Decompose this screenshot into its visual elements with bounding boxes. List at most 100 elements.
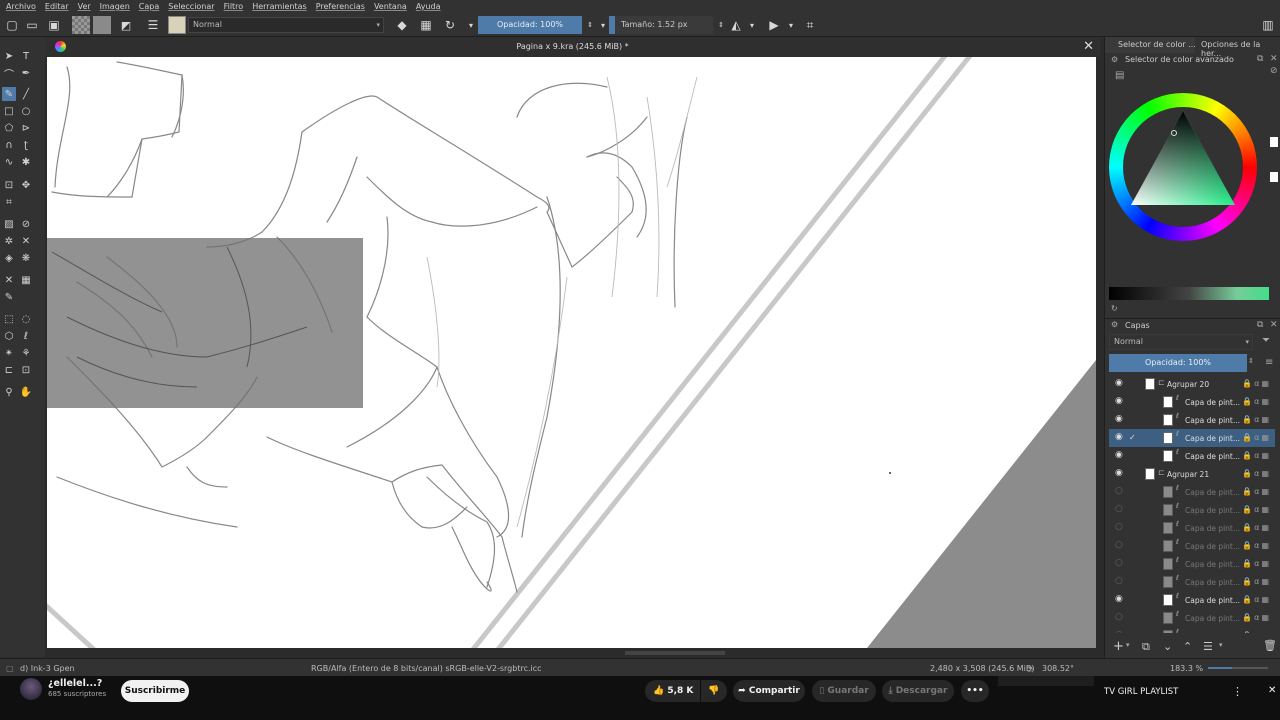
- pattern-swatch[interactable]: [93, 16, 111, 34]
- text-tool-icon[interactable]: T: [19, 49, 33, 63]
- close-icon[interactable]: ✕: [1270, 320, 1278, 330]
- menu-item-1[interactable]: Editar: [45, 2, 69, 11]
- alpha-lock-icon[interactable]: ▦: [418, 17, 434, 33]
- menu-item-2[interactable]: Ver: [78, 2, 91, 11]
- subscribe-button[interactable]: Suscribirme: [121, 680, 189, 702]
- zoom-slider[interactable]: [1208, 667, 1268, 669]
- size-stepper-icon[interactable]: ⇕: [713, 17, 729, 33]
- layer-lock-alpha-icons[interactable]: 🔒α▦: [1242, 559, 1271, 568]
- menu-item-10[interactable]: Ayuda: [416, 2, 441, 11]
- brush-settings-icon[interactable]: ☰: [145, 17, 161, 33]
- magnetic-select-tool-icon[interactable]: ⊡: [19, 363, 33, 377]
- layer-lock-alpha-icons[interactable]: 🔒α▦: [1242, 595, 1271, 604]
- layer-row[interactable]: ○ ℓ Capa de pint...🔒α▦: [1109, 483, 1275, 501]
- smart-patch-tool-icon[interactable]: ✲: [2, 234, 16, 248]
- layer-row[interactable]: ◉ ℓ Capa de pint... 🔒α▦: [1109, 447, 1275, 465]
- dislike-button[interactable]: 👎: [701, 680, 727, 702]
- saturation-triangle[interactable]: [1109, 93, 1257, 241]
- color-settings-icon[interactable]: ▤: [1115, 70, 1124, 81]
- rotation-value[interactable]: 308.52°: [1042, 664, 1074, 673]
- gradient-tool-icon[interactable]: ▨: [2, 217, 16, 231]
- playlist-menu-icon[interactable]: ⋮: [1232, 685, 1243, 698]
- eye-hidden-icon[interactable]: ○: [1115, 630, 1123, 633]
- polygon-tool-icon[interactable]: ⬠: [2, 121, 16, 135]
- download-button[interactable]: ⤓ Descargar: [882, 680, 954, 702]
- eye-hidden-icon[interactable]: ○: [1115, 522, 1123, 532]
- eye-hidden-icon[interactable]: ○: [1115, 612, 1123, 622]
- layer-lock-alpha-icons[interactable]: 🔒α▦: [1242, 415, 1271, 424]
- menu-item-9[interactable]: Ventana: [374, 2, 407, 11]
- menu-item-0[interactable]: Archivo: [6, 2, 36, 11]
- float-icon[interactable]: ⧉: [1257, 320, 1263, 330]
- menu-item-3[interactable]: Imagen: [100, 2, 130, 11]
- layer-blend-select[interactable]: Normal ▾: [1109, 334, 1253, 350]
- layer-row[interactable]: ○ ℓ Capa de pint...🔒α▦: [1109, 627, 1275, 633]
- menu-item-4[interactable]: Capa: [139, 2, 159, 11]
- opacity-stepper-icon[interactable]: ⇕: [1248, 357, 1254, 365]
- layer-row[interactable]: ◉ ℓ Capa de pint... 🔒α▦: [1109, 393, 1275, 411]
- eye-icon[interactable]: ◉: [1115, 432, 1123, 442]
- new-document-icon[interactable]: ▢: [4, 17, 20, 33]
- gradient-swatch[interactable]: [72, 16, 90, 34]
- size-slider[interactable]: Tamaño: 1.52 px: [609, 16, 713, 34]
- bg-color-chip[interactable]: [1270, 172, 1278, 182]
- freehand-brush-tool-icon[interactable]: ✎: [2, 87, 16, 101]
- layer-row[interactable]: ◉ ✓ ℓ Capa de pint... 🔒α▦: [1109, 429, 1275, 447]
- eye-hidden-icon[interactable]: ○: [1115, 558, 1123, 568]
- like-button[interactable]: 👍 5,8 K: [645, 680, 700, 702]
- polyline-tool-icon[interactable]: ⊳: [19, 121, 33, 135]
- chevron-down-icon[interactable]: ▾: [744, 17, 760, 33]
- select-shapes-tool-icon[interactable]: ➤: [2, 49, 16, 63]
- layer-lock-alpha-icons[interactable]: 🔒α▦: [1242, 541, 1271, 550]
- layer-lock-alpha-icons[interactable]: 🔒α▦: [1242, 577, 1271, 586]
- menu-item-8[interactable]: Preferencias: [316, 2, 365, 11]
- line-tool-icon[interactable]: ╱: [19, 87, 33, 101]
- filter-icon[interactable]: ⏷: [1262, 335, 1270, 346]
- duplicate-layer-icon[interactable]: ⧉: [1142, 640, 1150, 654]
- fg-bg-color-icon[interactable]: ◩: [118, 17, 134, 33]
- layer-row[interactable]: ◉ ⊏ Agrupar 21 🔒α▦: [1109, 465, 1275, 483]
- delete-layer-icon[interactable]: 🗑: [1263, 639, 1277, 652]
- vertical-scrollbar[interactable]: [1096, 57, 1104, 648]
- share-button[interactable]: ➦ Compartir: [733, 680, 805, 702]
- layer-lock-alpha-icons[interactable]: 🔒α▦: [1242, 613, 1271, 622]
- layer-row[interactable]: ○ ℓ Capa de pint...🔒α▦: [1109, 501, 1275, 519]
- gear-icon[interactable]: ⚙: [1111, 320, 1118, 329]
- crop-tool-icon[interactable]: ⌗: [2, 195, 16, 209]
- close-icon[interactable]: ✕: [1270, 54, 1278, 64]
- measure-tool-icon[interactable]: ✕: [2, 273, 16, 287]
- layer-lock-alpha-icons[interactable]: 🔒α▦: [1242, 469, 1271, 478]
- bezier-select-tool-icon[interactable]: ⊏: [2, 363, 16, 377]
- transform-tool-icon[interactable]: ⊡: [2, 178, 16, 192]
- chevron-down-icon[interactable]: ▾: [463, 17, 479, 33]
- eye-icon[interactable]: ◉: [1115, 594, 1123, 604]
- polygon-select-tool-icon[interactable]: ⬡: [2, 329, 16, 343]
- menu-icon[interactable]: ≡: [1265, 357, 1273, 368]
- freehand-select-tool-icon[interactable]: ℓ: [19, 329, 33, 343]
- layer-lock-alpha-icons[interactable]: 🔒α▦: [1242, 505, 1271, 514]
- move-up-icon[interactable]: ⌃: [1183, 640, 1192, 653]
- move-down-icon[interactable]: ⌄: [1163, 640, 1172, 653]
- perspective-grid-tool-icon[interactable]: ▦: [19, 273, 33, 287]
- channel-name[interactable]: ¿ellelel...?: [48, 678, 102, 689]
- calligraphy-tool-icon[interactable]: ✒: [19, 66, 33, 80]
- mirror-vertical-icon[interactable]: ▶: [766, 17, 782, 33]
- eye-icon[interactable]: ◉: [1115, 414, 1123, 424]
- enclose-fill-tool-icon[interactable]: ❋: [19, 251, 33, 265]
- fg-color-chip[interactable]: [1270, 137, 1278, 147]
- contiguous-select-tool-icon[interactable]: ✴: [2, 346, 16, 360]
- layer-row[interactable]: ◉ ⊏ Agrupar 20 🔒α▦: [1109, 375, 1275, 393]
- freehand-path-tool-icon[interactable]: ʈ: [19, 138, 33, 152]
- pan-tool-icon[interactable]: ✋: [19, 385, 33, 399]
- layer-row[interactable]: ◉ ℓ Capa de pint... 🔒α▦: [1109, 411, 1275, 429]
- blend-mode-select[interactable]: Normal ▾: [188, 17, 384, 33]
- multibrush-tool-icon[interactable]: ✱: [19, 155, 33, 169]
- move-tool-icon[interactable]: ✥: [19, 178, 33, 192]
- similar-select-tool-icon[interactable]: ⚘: [19, 346, 33, 360]
- opacity-slider[interactable]: Opacidad: 100%: [478, 16, 582, 34]
- brush-preset-thumb[interactable]: [168, 16, 186, 34]
- layer-row[interactable]: ○ ℓ Capa de pint...🔒α▦: [1109, 609, 1275, 627]
- rect-select-tool-icon[interactable]: ⬚: [2, 312, 16, 326]
- layer-lock-alpha-icons[interactable]: 🔒α▦: [1242, 379, 1271, 388]
- eye-hidden-icon[interactable]: ○: [1115, 486, 1123, 496]
